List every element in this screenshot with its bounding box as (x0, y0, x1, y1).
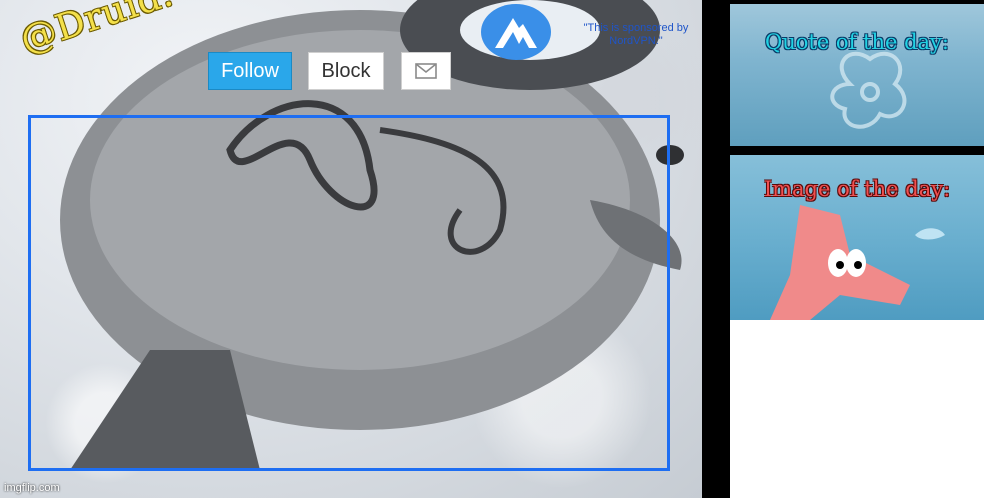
background-photo: @Druid. Follow Block "This is sponsored … (0, 0, 702, 498)
image-title: Image of the day: (763, 177, 951, 201)
image-of-the-day-panel: Image of the day: (730, 155, 984, 320)
block-button[interactable]: Block (308, 52, 384, 90)
watermark: imgflip.com (4, 482, 60, 494)
flower-pattern (830, 51, 907, 129)
quote-of-the-day-panel: Quote of the day: (730, 4, 984, 146)
message-button[interactable] (401, 52, 451, 90)
quote-title: Quote of the day: (765, 30, 949, 54)
sponsor-text: "This is sponsored by NordVPN." (583, 22, 689, 47)
content-frame (28, 115, 670, 471)
follow-button[interactable]: Follow (208, 52, 292, 90)
nordvpn-logo (481, 4, 551, 60)
empty-area (730, 320, 984, 498)
nordvpn-mountain-icon (495, 18, 537, 48)
mail-icon (415, 63, 437, 79)
